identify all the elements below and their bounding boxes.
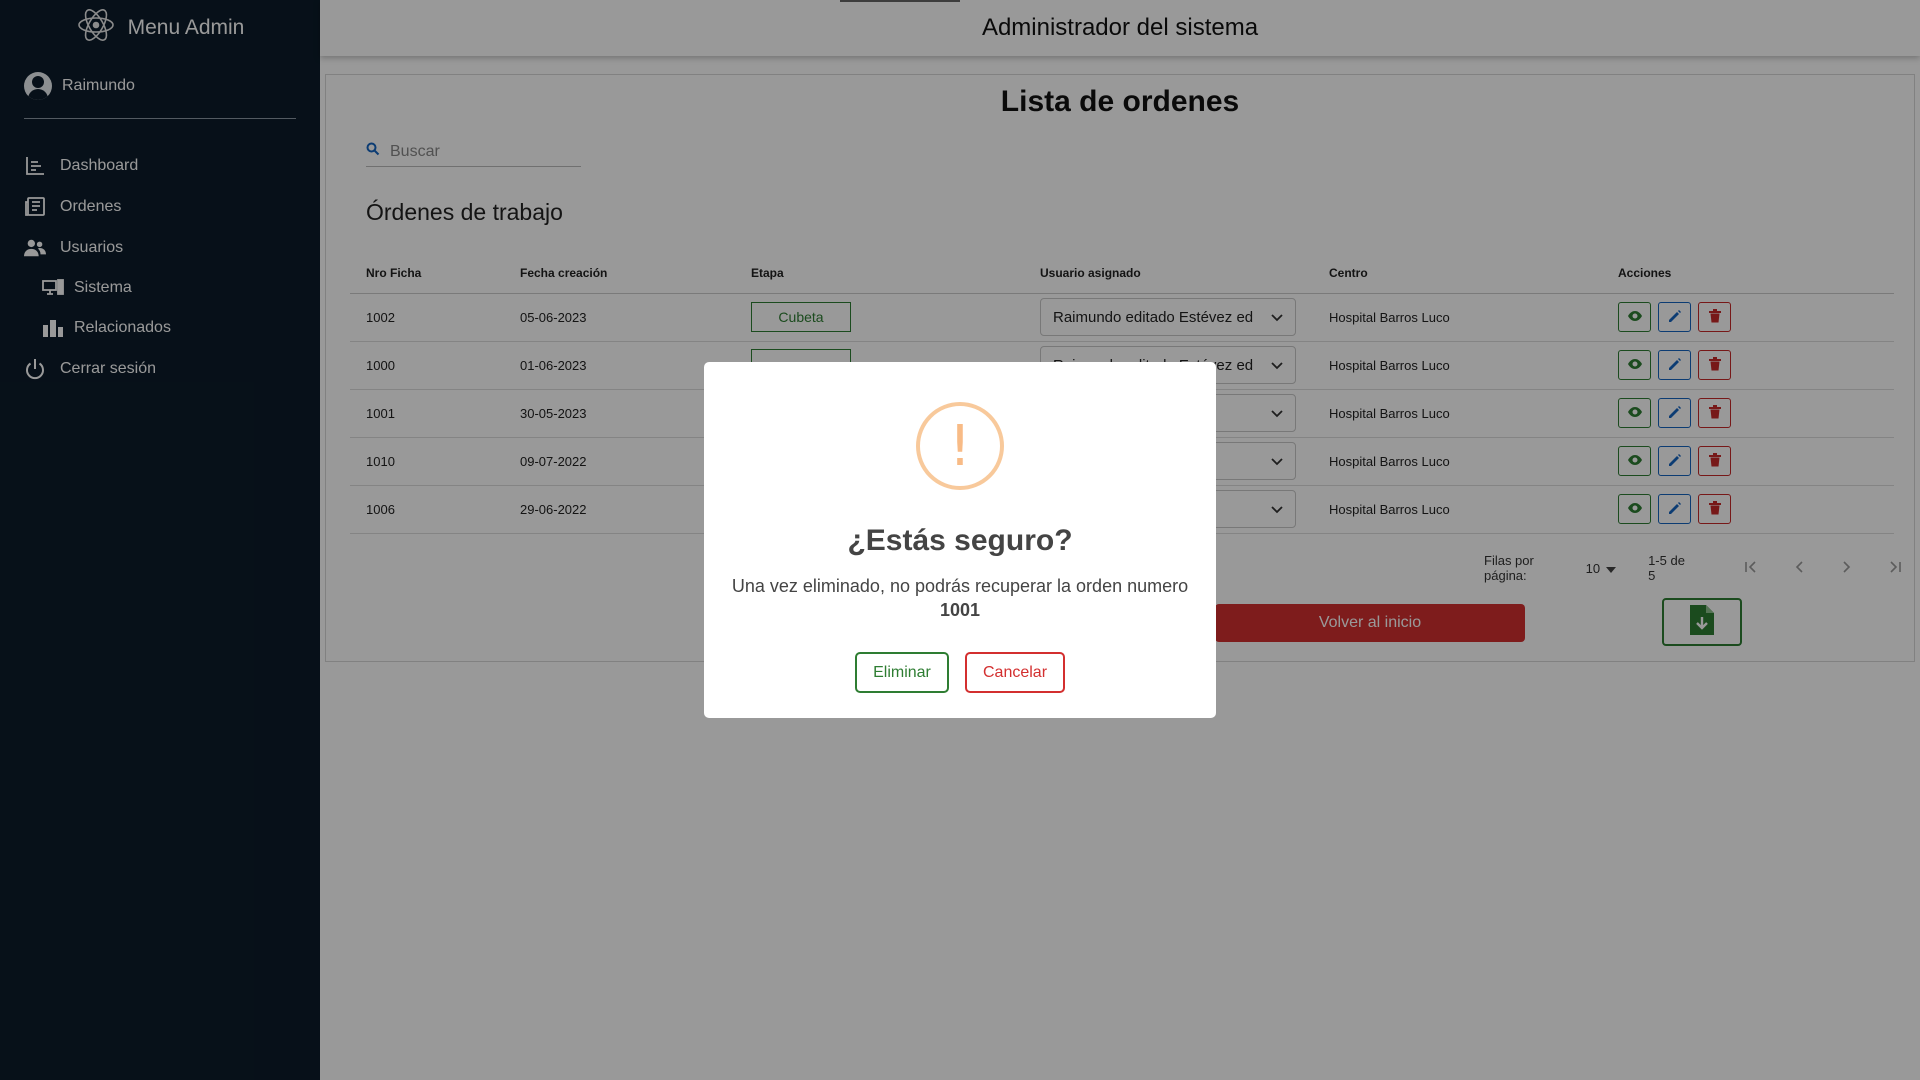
order-number: 1001 <box>939 600 981 620</box>
dialog-actions: Eliminar Cancelar <box>704 652 1216 693</box>
dialog-message: Una vez eliminado, no podrás recuperar l… <box>704 574 1216 622</box>
dialog-title: ¿Estás seguro? <box>847 524 1073 557</box>
cancel-button[interactable]: Cancelar <box>965 652 1065 693</box>
confirm-delete-button[interactable]: Eliminar <box>855 652 949 693</box>
confirm-delete-dialog: ! ¿Estás seguro? Una vez eliminado, no p… <box>704 362 1216 718</box>
dialog-text: Una vez eliminado, no podrás recuperar l… <box>731 576 1189 596</box>
warning-icon: ! <box>916 402 1004 490</box>
